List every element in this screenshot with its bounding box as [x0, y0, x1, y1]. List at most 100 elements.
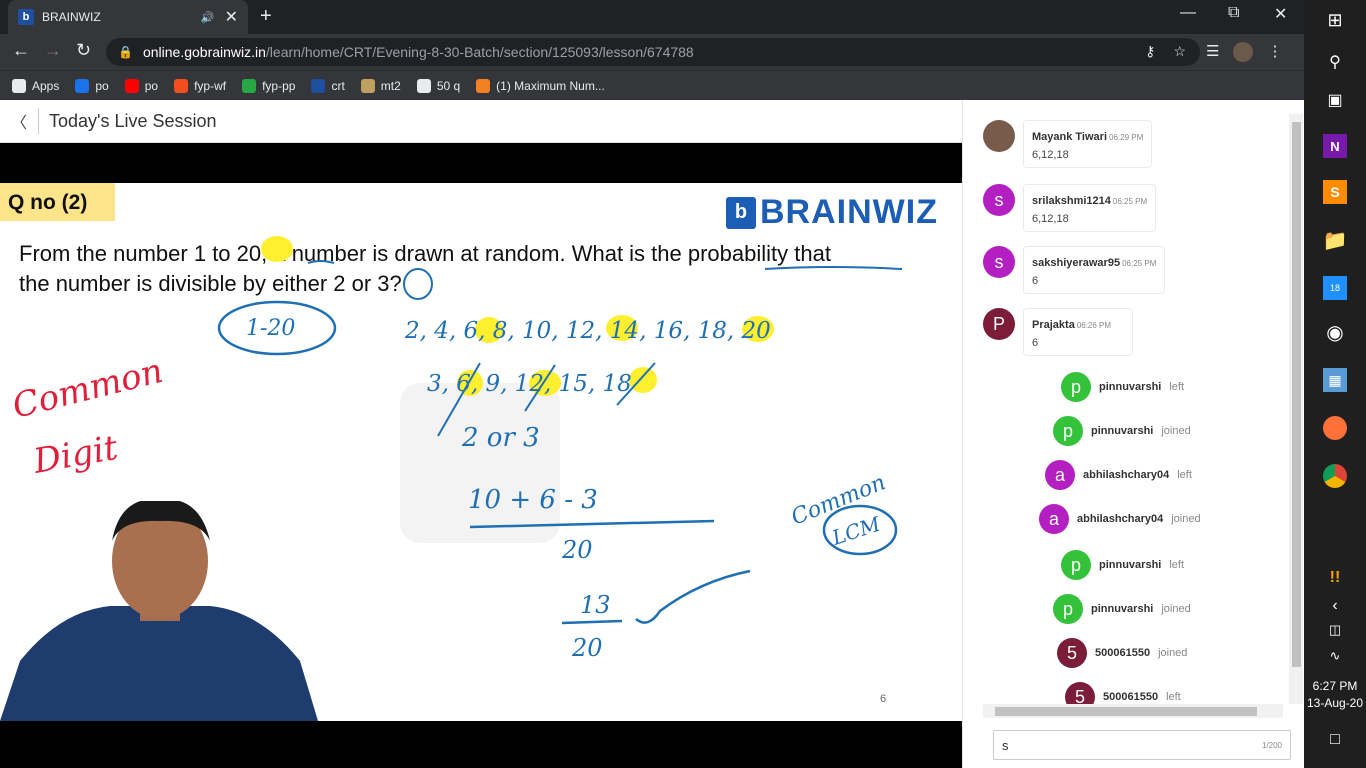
user-name: abhilashchary04	[1083, 469, 1170, 481]
warning-icon[interactable]: !!	[1323, 566, 1347, 590]
sublime-icon[interactable]: S	[1323, 180, 1347, 204]
message-text: 6,12,18	[1032, 213, 1069, 225]
sum-denominator: 20	[561, 536, 593, 564]
url-path: /learn/home/CRT/Evening-8-30-Batch/secti…	[265, 44, 694, 60]
message-time: 06:25 PM	[1112, 197, 1148, 206]
event-status: left	[1169, 381, 1185, 393]
highlight-18b	[629, 367, 657, 393]
address-bar[interactable]: 🔒 online.gobrainwiz.in/learn/home/CRT/Ev…	[106, 38, 1200, 66]
chat-panel: Mayank Tiwari 06:29 PM 6,12,18 s srilakshmi1…	[962, 100, 1304, 768]
user-name: pinnuvarshi	[1099, 559, 1162, 571]
bookmark-1[interactable]: po	[75, 78, 109, 93]
event-status: joined	[1171, 513, 1201, 525]
key-icon[interactable]: ⚷	[1145, 43, 1155, 60]
scroll-thumb[interactable]	[1292, 122, 1301, 667]
chat-event: p pinnuvarshi left	[1061, 550, 1184, 580]
close-tab-icon[interactable]: ✕	[225, 7, 238, 27]
bookmark-label: fyp-pp	[262, 78, 296, 93]
chat-horizontal-scrollbar[interactable]	[983, 704, 1283, 718]
phone-app-icon[interactable]: 18	[1323, 276, 1347, 300]
lock-icon[interactable]: 🔒	[118, 45, 133, 59]
avatar: 5	[1065, 682, 1095, 704]
reload-icon[interactable]: ↻	[76, 40, 91, 61]
bookmark-label: po	[95, 78, 109, 93]
avatar-initial: a	[1048, 508, 1059, 529]
chat-input-box[interactable]: 1/200	[993, 730, 1291, 760]
avatar	[983, 120, 1015, 152]
media-control-icon[interactable]: ☰	[1206, 42, 1219, 62]
bookmark-label: mt2	[380, 78, 401, 93]
message-time: 06:25 PM	[1122, 259, 1157, 268]
bookmark-favicon-icon	[124, 78, 139, 93]
avatar-initial: p	[1062, 420, 1073, 441]
chrome-icon[interactable]	[1323, 464, 1347, 488]
speaker-icon[interactable]: 🔊	[201, 11, 215, 24]
avatar-initial: s	[994, 189, 1004, 210]
bookmark-7[interactable]: 50 q	[416, 78, 461, 93]
battery-icon[interactable]: ◫	[1323, 618, 1347, 642]
forward-icon[interactable]: →	[44, 40, 62, 61]
new-tab-icon[interactable]: +	[260, 5, 272, 28]
bookmark-favicon-icon	[360, 78, 375, 93]
bookmark-4[interactable]: fyp-pp	[242, 78, 296, 93]
back-icon[interactable]: ←	[12, 40, 30, 61]
avatar-initial: P	[992, 313, 1005, 334]
system-clock[interactable]: 6:27 PM 13-Aug-20	[1304, 678, 1366, 712]
multiples-of-3: 3, 6, 9, 12, 15, 18	[427, 371, 632, 397]
result-numerator: 13	[580, 591, 611, 619]
menu-icon[interactable]: ⋮	[1267, 42, 1282, 62]
calculator-icon[interactable]: ▦	[1323, 368, 1347, 392]
avatar: s	[983, 246, 1015, 278]
chat-event: a abhilashchary04 joined	[1039, 504, 1201, 534]
chat-input[interactable]	[1002, 737, 1262, 753]
star-icon[interactable]: ☆	[1173, 43, 1186, 60]
chat-vertical-scrollbar[interactable]	[1289, 114, 1303, 704]
avatar: P	[983, 308, 1015, 340]
avatar-initial: p	[1062, 598, 1073, 619]
avatar: 5	[1057, 638, 1087, 668]
chevron-left-icon[interactable]: ‹	[1323, 594, 1347, 618]
bookmark-label: 50 q	[436, 78, 461, 93]
bookmark-favicon-icon	[476, 78, 491, 93]
bookmark-2[interactable]: po	[124, 78, 158, 93]
multiples-of-2: 2, 4, 6, 8, 10, 12, 14, 16, 18, 20	[404, 318, 771, 344]
task-view-icon[interactable]: ▣	[1323, 88, 1347, 112]
back-arrow-icon[interactable]: 〈	[0, 109, 38, 133]
bookmark-8[interactable]: (1) Maximum Num...	[476, 78, 605, 93]
windows-start-icon[interactable]: ⊞	[1323, 8, 1347, 32]
bookmark-6[interactable]: mt2	[360, 78, 401, 93]
scroll-thumb-horizontal[interactable]	[995, 707, 1257, 716]
page-title: Today's Live Session	[49, 110, 217, 131]
bookmark-3[interactable]: fyp-wf	[174, 78, 226, 93]
tab-title: BRAINWIZ	[42, 10, 101, 24]
browser-tab[interactable]: b BRAINWIZ 🔊 ✕	[8, 0, 248, 34]
chat-messages[interactable]: Mayank Tiwari 06:29 PM 6,12,18 s srilakshmi1…	[979, 100, 1289, 704]
wifi-icon[interactable]: ∿	[1323, 644, 1347, 668]
restore-icon[interactable]: ⧉	[1228, 4, 1239, 22]
clock-time: 6:27 PM	[1312, 679, 1358, 693]
message-time: 06:29 PM	[1109, 133, 1144, 142]
common-digit-note-1: Common	[9, 351, 167, 427]
message-bubble: sakshiyerawar95 06:25 PM 6	[1023, 246, 1166, 294]
user-name: 500061550	[1095, 647, 1151, 659]
onenote-icon[interactable]: N	[1323, 134, 1347, 158]
avatar: p	[1053, 416, 1083, 446]
avatar-initial: 5	[1066, 642, 1077, 663]
minimize-icon[interactable]: —	[1180, 4, 1196, 22]
notification-center-icon[interactable]: □	[1323, 728, 1347, 752]
chat-event: p pinnuvarshi joined	[1053, 416, 1191, 446]
search-icon[interactable]: ⚲	[1323, 50, 1347, 74]
bookmark-0[interactable]: Apps	[12, 78, 59, 93]
common-digit-note-2: Digit	[30, 428, 121, 482]
file-explorer-icon[interactable]: 📁	[1323, 228, 1348, 252]
bookmark-label: crt	[331, 78, 345, 93]
bookmark-favicon-icon	[174, 78, 189, 93]
profile-avatar[interactable]	[1233, 42, 1254, 62]
close-window-icon[interactable]: ✕	[1274, 4, 1287, 24]
user-name: pinnuvarshi	[1099, 381, 1162, 393]
firefox-icon[interactable]	[1323, 416, 1347, 440]
media-player-icon[interactable]: ◉	[1323, 320, 1347, 344]
message-time: 06:26 PM	[1076, 321, 1112, 330]
bookmark-5[interactable]: crt	[311, 78, 345, 93]
video-player[interactable]: Q no (2) b BRAINWIZ From the number 1 to…	[0, 143, 962, 768]
